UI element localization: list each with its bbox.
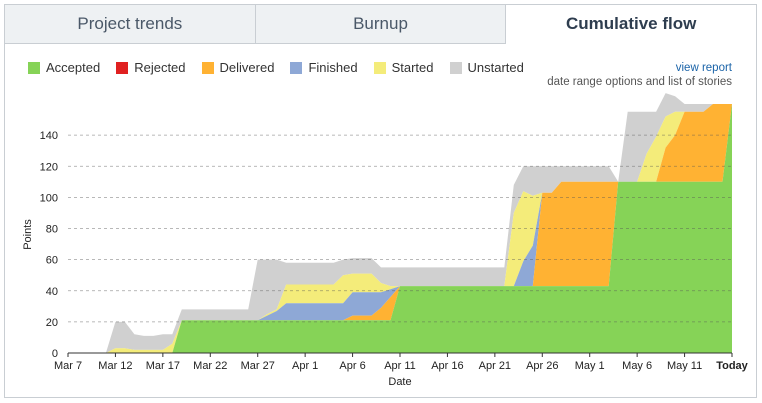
y-tick-label: 80: [46, 224, 58, 236]
y-tick-label: 100: [40, 192, 58, 204]
y-tick-label: 40: [46, 286, 58, 298]
x-tick-label: May 11: [667, 360, 702, 372]
x-tick-label: Apr 26: [526, 360, 558, 372]
x-tick-label: May 6: [622, 360, 652, 372]
x-tick-label: Mar 22: [193, 360, 227, 372]
y-tick-label: 120: [40, 161, 58, 173]
x-tick-label: Mar 27: [241, 360, 275, 372]
y-tick-label: 0: [52, 348, 58, 360]
x-tick-label: Apr 11: [384, 360, 416, 372]
x-tick-label: Apr 1: [292, 360, 318, 372]
y-axis-title: Points: [22, 219, 34, 250]
x-tick-label: Apr 16: [431, 360, 463, 372]
x-axis-title: Date: [388, 376, 411, 388]
x-tick-label: Mar 17: [146, 360, 180, 372]
y-tick-label: 20: [46, 317, 58, 329]
x-tick-label: May 1: [575, 360, 605, 372]
x-tick-label: Apr 21: [479, 360, 511, 372]
x-tick-label: Apr 6: [339, 360, 365, 372]
y-tick-label: 60: [46, 255, 58, 267]
cumulative-flow-chart: 0 20 40 60 80 100 120 140 Mar 7 Mar 12 Mar 17 Mar 2…: [22, 93, 749, 388]
x-tick-label: Mar 7: [54, 360, 82, 372]
x-tick-label: Mar 12: [98, 360, 132, 372]
x-tick-label: Today: [716, 360, 748, 372]
y-tick-label: 140: [40, 130, 58, 142]
